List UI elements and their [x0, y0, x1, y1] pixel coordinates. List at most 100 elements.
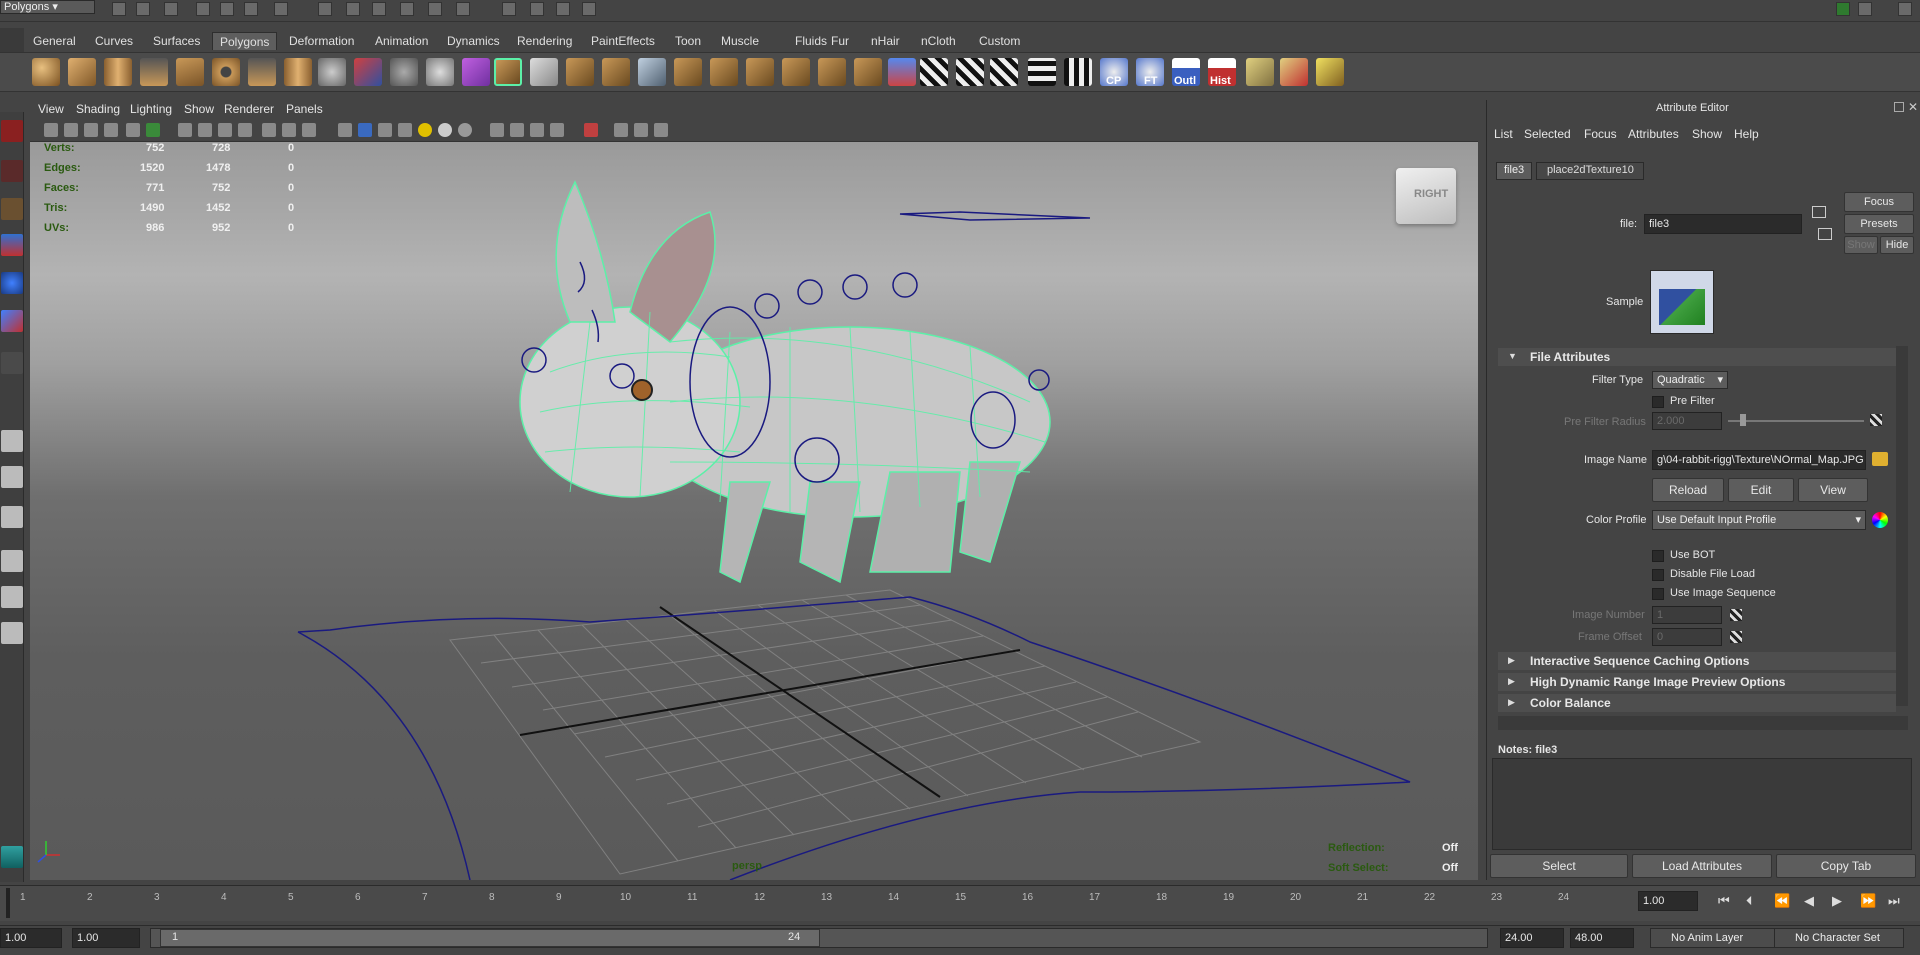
paint-select-tool-icon[interactable] [1, 198, 23, 220]
file-node-name-field[interactable]: file3 [1644, 214, 1802, 234]
use-all-lights-icon[interactable] [358, 123, 372, 137]
merge-vertex-icon[interactable] [818, 58, 846, 86]
snap-point-icon[interactable] [372, 2, 386, 16]
pre-filter-checkbox[interactable] [1652, 396, 1664, 408]
play-backwards-icon[interactable]: ◀ [1804, 893, 1814, 909]
poly-cube-icon[interactable] [68, 58, 96, 86]
close-panel-icon[interactable]: ✕ [1908, 100, 1918, 114]
xray-active-icon[interactable] [530, 123, 544, 137]
layout-hypershade-icon[interactable] [1, 586, 23, 608]
shadows-icon[interactable] [378, 123, 392, 137]
shelf-tab-animation[interactable]: Animation [368, 32, 435, 50]
shelf-tab-custom[interactable]: Custom [972, 32, 1027, 50]
end-time-field[interactable]: 48.00 [1570, 928, 1634, 948]
shelf-tab-nhair[interactable]: nHair [864, 32, 907, 50]
start-time-field[interactable]: 1.00 [0, 928, 62, 948]
ae-menu-list[interactable]: List [1494, 127, 1513, 141]
bookmarks-icon[interactable] [84, 123, 98, 137]
focus-button[interactable]: Focus [1844, 192, 1914, 212]
film-gate-icon[interactable] [146, 123, 160, 137]
snap-grid-icon[interactable] [318, 2, 332, 16]
image-name-field[interactable]: g\04-rabbit-rigg\Texture\NOrmal_Map.JPG [1652, 450, 1866, 470]
lasso-tool-icon[interactable] [1, 160, 23, 182]
notes-textarea[interactable] [1492, 758, 1912, 850]
current-time-marker[interactable] [6, 888, 10, 918]
render-view-icon[interactable] [502, 2, 516, 16]
ae-scrollbar[interactable] [1896, 346, 1908, 706]
spherical-mapping-icon[interactable] [990, 58, 1018, 86]
gate-mask-icon[interactable] [198, 123, 212, 137]
image-number-map-icon[interactable] [1730, 609, 1742, 621]
playback-start-field[interactable]: 1.00 [72, 928, 140, 948]
camera-attributes-icon[interactable] [64, 123, 78, 137]
viewport-menu-lighting[interactable]: Lighting [130, 102, 172, 116]
edit-button[interactable]: Edit [1728, 478, 1794, 502]
render-current-icon[interactable] [530, 2, 544, 16]
select-object-icon[interactable] [220, 2, 234, 16]
poly-torus-icon[interactable] [212, 58, 240, 86]
layout-toggle-icon[interactable] [1, 846, 23, 868]
anim-layer-dropdown[interactable]: No Anim Layer [1650, 928, 1776, 948]
go-to-output-icon[interactable] [1818, 228, 1832, 240]
anti-alias-icon[interactable] [550, 123, 564, 137]
select-hierarchy-icon[interactable] [196, 2, 210, 16]
backface-culling-icon[interactable] [634, 123, 648, 137]
filter-type-dropdown[interactable]: Quadratic ▾ [1652, 371, 1728, 389]
split-polygon-icon[interactable] [674, 58, 702, 86]
shelf-tab-muscle[interactable]: Muscle [714, 32, 766, 50]
poly-pipe-icon[interactable] [284, 58, 312, 86]
save-scene-icon[interactable] [164, 2, 178, 16]
shelf-tab-curves[interactable]: Curves [88, 32, 140, 50]
high-quality-icon[interactable] [438, 123, 452, 137]
mirror-geometry-icon[interactable] [462, 58, 490, 86]
poly-sphere-icon[interactable] [32, 58, 60, 86]
hdr-preview-options-header[interactable]: High Dynamic Range Image Preview Options [1498, 673, 1896, 691]
viewport-menu-view[interactable]: View [38, 102, 64, 116]
color-management-icon[interactable] [1872, 512, 1888, 528]
image-plane-icon[interactable] [104, 123, 118, 137]
go-to-end-icon[interactable]: ⏭ [1888, 893, 1900, 909]
show-attribute-editor-icon[interactable] [1898, 2, 1912, 16]
layout-custom-icon[interactable] [1, 622, 23, 644]
load-attributes-button[interactable]: Load Attributes [1632, 854, 1772, 878]
bevel-icon[interactable] [638, 58, 666, 86]
select-camera-icon[interactable] [44, 123, 58, 137]
viewport-menu-panels[interactable]: Panels [286, 102, 323, 116]
folder-browse-icon[interactable] [1872, 452, 1888, 466]
poly-plane-icon[interactable] [176, 58, 204, 86]
two-sided-lighting-icon[interactable] [614, 123, 628, 137]
last-tool-icon[interactable] [1, 352, 23, 374]
view-button[interactable]: View [1798, 478, 1868, 502]
mode-selector[interactable]: Polygons ▾ [0, 0, 95, 14]
shelf-tab-surfaces[interactable]: Surfaces [146, 32, 207, 50]
snap-plane-icon[interactable] [400, 2, 414, 16]
ae-horizontal-scrollbar[interactable] [1498, 716, 1908, 730]
reload-button[interactable]: Reload [1652, 478, 1724, 502]
shelf-tab-deformation[interactable]: Deformation [282, 32, 361, 50]
select-button[interactable]: Select [1490, 854, 1628, 878]
render-settings-icon[interactable] [582, 2, 596, 16]
step-back-frame-icon[interactable]: ⏴ [1746, 893, 1753, 909]
viewport-menu-renderer[interactable]: Renderer [224, 102, 274, 116]
shelf-tab-fur[interactable]: Fur [824, 32, 856, 50]
show-modeling-toolkit-icon[interactable] [1836, 2, 1850, 16]
xray-icon[interactable] [398, 123, 412, 137]
layout-single-icon[interactable] [1, 430, 23, 452]
delete-vertex-icon[interactable] [1280, 58, 1308, 86]
shelf-tab-toon[interactable]: Toon [668, 32, 708, 50]
move-tool-icon[interactable] [1, 234, 23, 256]
ambient-occlusion-icon[interactable] [458, 123, 472, 137]
uv-texture-editor-icon[interactable] [1064, 58, 1092, 86]
ae-menu-focus[interactable]: Focus [1584, 127, 1617, 141]
scale-tool-icon[interactable] [1, 310, 23, 332]
image-number-field[interactable]: 1 [1652, 606, 1722, 624]
make-live-icon[interactable] [428, 2, 442, 16]
range-slider-handle[interactable] [160, 929, 820, 947]
ae-menu-selected[interactable]: Selected [1524, 127, 1571, 141]
perspective-viewport[interactable]: Verts: 752 728 0 Edges: 1520 1478 0 Face… [30, 142, 1478, 880]
view-cube[interactable]: RIGHT [1396, 168, 1456, 224]
smooth-shade-icon[interactable] [282, 123, 296, 137]
viewport-menu-shading[interactable]: Shading [76, 102, 120, 116]
select-handle-icon[interactable] [274, 2, 288, 16]
poly-cylinder-icon[interactable] [104, 58, 132, 86]
